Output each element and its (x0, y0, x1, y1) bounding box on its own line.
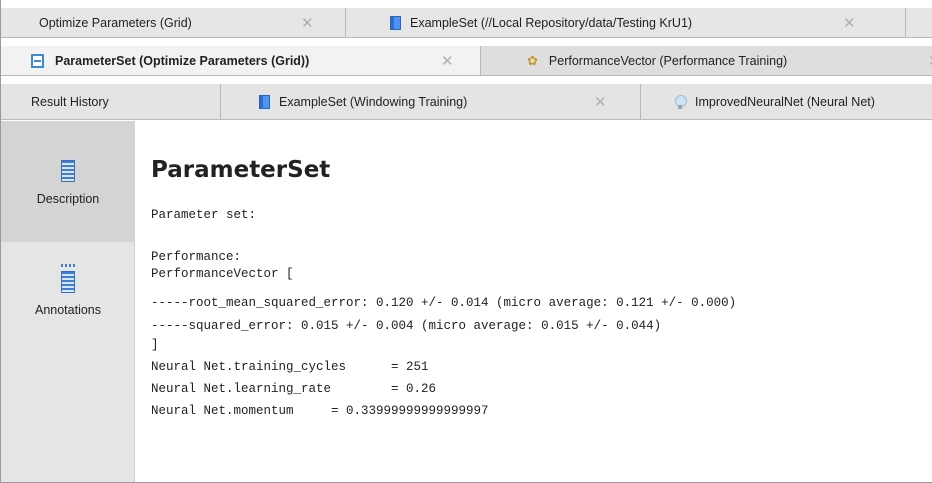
exampleset-icon (259, 95, 270, 109)
tab-performancevector[interactable]: ✿ PerformanceVector (Performance Trainin… (481, 46, 932, 75)
tab-improvedneuralnet[interactable]: ImprovedNeuralNet (Neural Net) (641, 84, 932, 119)
close-icon[interactable]: ✕ (441, 54, 454, 69)
tab-result-history[interactable]: Result History (1, 84, 221, 119)
performance-icon: ✿ (527, 53, 538, 68)
sidebar-item-annotations[interactable]: Annotations (1, 261, 135, 351)
text-line: -----squared_error: 0.015 +/- 0.004 (mic… (151, 319, 662, 333)
page-title: ParameterSet (151, 157, 331, 183)
results-panel: Optimize Parameters (Grid) ✕ ExampleSet … (0, 0, 932, 483)
description-content: ParameterSet Parameter set: Performance:… (151, 121, 932, 482)
tab-label: ImprovedNeuralNet (Neural Net) (695, 95, 875, 109)
text-line: Parameter set: (151, 208, 257, 222)
tab-label: PerformanceVector (Performance Training) (548, 54, 788, 68)
tab-parameterset[interactable]: ParameterSet (Optimize Parameters (Grid)… (1, 46, 481, 75)
view-sidebar: Description Annotations (1, 121, 135, 482)
tab-exampleset-testing[interactable]: ExampleSet (//Local Repository/data/Test… (346, 8, 906, 37)
text-line: PerformanceVector [ (151, 267, 294, 281)
tab-label: Result History (31, 95, 109, 109)
close-icon[interactable]: ✕ (301, 16, 314, 31)
sidebar-item-label: Description (36, 192, 100, 206)
text-line: ] (151, 338, 159, 352)
tab-label: ExampleSet (//Local Repository/data/Test… (410, 16, 693, 30)
text-line: Neural Net.momentum = 0.3399999999999999… (151, 404, 489, 418)
tab-label: ParameterSet (Optimize Parameters (Grid)… (55, 54, 310, 68)
tab-optimize-parameters[interactable]: Optimize Parameters (Grid) ✕ (1, 8, 346, 37)
tab-label: ExampleSet (Windowing Training) (279, 95, 468, 109)
parameterset-icon (31, 54, 44, 68)
text-line: Performance: (151, 250, 242, 264)
text-line: -----root_mean_squared_error: 0.120 +/- … (151, 296, 737, 310)
close-icon[interactable]: ✕ (594, 95, 607, 110)
tab-exampleset-windowing[interactable]: ExampleSet (Windowing Training) ✕ (221, 84, 641, 119)
tab-row-2: ParameterSet (Optimize Parameters (Grid)… (1, 46, 932, 76)
sidebar-item-description[interactable]: Description (1, 121, 135, 242)
tab-row-3: Result History ExampleSet (Windowing Tra… (1, 84, 932, 120)
exampleset-icon (390, 16, 401, 30)
close-icon[interactable]: ✕ (843, 16, 856, 31)
sidebar-item-label: Annotations (34, 303, 102, 317)
annotation-dots-icon (61, 264, 75, 267)
lightbulb-icon (675, 95, 687, 109)
tab-label: Optimize Parameters (Grid) (39, 16, 192, 30)
close-icon[interactable]: ✕ (928, 54, 932, 69)
text-line: Neural Net.training_cycles = 251 (151, 360, 429, 374)
document-icon (61, 160, 75, 182)
tab-row-1: Optimize Parameters (Grid) ✕ ExampleSet … (1, 8, 932, 38)
annotations-icon (61, 271, 75, 293)
text-line: Neural Net.learning_rate = 0.26 (151, 382, 437, 396)
